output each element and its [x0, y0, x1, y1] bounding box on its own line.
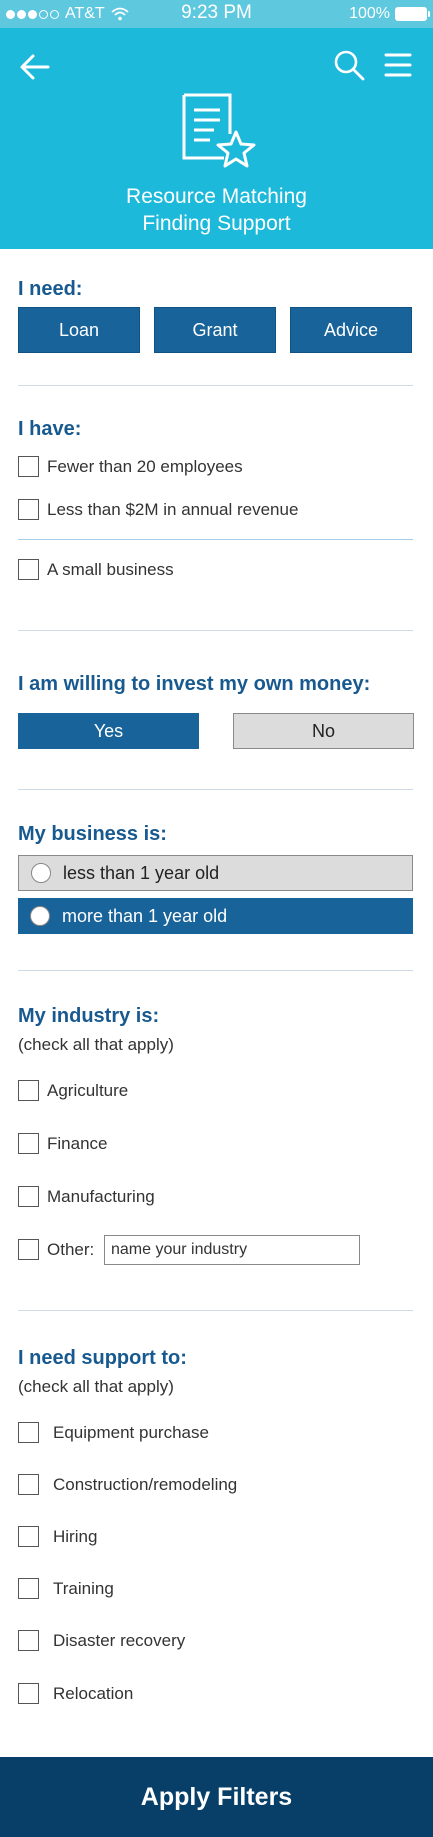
- checkbox[interactable]: [18, 559, 39, 580]
- back-arrow-icon[interactable]: [18, 50, 52, 84]
- menu-icon[interactable]: [383, 50, 413, 80]
- divider: [18, 789, 413, 790]
- support-option-label: Construction/remodeling: [53, 1474, 238, 1494]
- industry-subheading: (check all that apply): [18, 1035, 174, 1054]
- checkbox[interactable]: [18, 1422, 39, 1443]
- industry-option-label: Finance: [47, 1133, 108, 1153]
- battery-icon: [395, 7, 430, 21]
- page-title-line1: Resource Matching: [126, 185, 307, 208]
- divider: [18, 1310, 413, 1311]
- checkbox[interactable]: [18, 456, 39, 477]
- support-option-label: Disaster recovery: [53, 1630, 186, 1650]
- have-heading: I have:: [18, 418, 82, 440]
- have-option-small-business[interactable]: A small business: [18, 559, 174, 580]
- battery-group: 100%: [349, 5, 430, 23]
- divider: [18, 970, 413, 971]
- divider: [18, 539, 413, 540]
- have-option-employees[interactable]: Fewer than 20 employees: [18, 456, 243, 477]
- support-subheading: (check all that apply): [18, 1377, 174, 1396]
- checkbox[interactable]: [18, 1474, 39, 1495]
- have-option-label: A small business: [47, 559, 174, 579]
- industry-heading: My industry is:: [18, 1005, 160, 1027]
- have-option-label: Fewer than 20 employees: [47, 456, 243, 476]
- support-option-equipment[interactable]: Equipment purchase: [18, 1422, 209, 1443]
- loan-button[interactable]: Loan: [18, 307, 140, 353]
- divider: [18, 630, 413, 631]
- industry-option-label: Manufacturing: [47, 1186, 155, 1206]
- support-option-disaster[interactable]: Disaster recovery: [18, 1630, 185, 1651]
- support-option-construction[interactable]: Construction/remodeling: [18, 1474, 237, 1495]
- checkbox[interactable]: [18, 1239, 39, 1260]
- radio-button[interactable]: [31, 863, 51, 883]
- checkbox[interactable]: [18, 1630, 39, 1651]
- status-bar: AT&T 9:23 PM 100%: [0, 0, 433, 28]
- page-title: Resource Matching Finding Support: [0, 183, 433, 237]
- invest-no-button[interactable]: No: [233, 713, 414, 749]
- industry-option-label: Other:: [47, 1239, 95, 1259]
- industry-option-label: Agriculture: [47, 1080, 129, 1100]
- grant-button[interactable]: Grant: [154, 307, 276, 353]
- have-option-revenue[interactable]: Less than $2M in annual revenue: [18, 499, 298, 520]
- radio-button[interactable]: [30, 906, 50, 926]
- search-icon[interactable]: [332, 48, 366, 82]
- industry-option-agriculture[interactable]: Agriculture: [18, 1080, 128, 1101]
- industry-option-manufacturing[interactable]: Manufacturing: [18, 1186, 155, 1207]
- checkbox[interactable]: [18, 499, 39, 520]
- radio-label: more than 1 year old: [62, 905, 228, 926]
- other-industry-input[interactable]: [104, 1235, 360, 1265]
- support-option-relocation[interactable]: Relocation: [18, 1683, 133, 1704]
- app-header: Resource Matching Finding Support: [0, 28, 433, 249]
- divider: [18, 385, 413, 386]
- invest-yes-button[interactable]: Yes: [18, 713, 199, 749]
- business-heading: My business is:: [18, 823, 167, 845]
- support-option-label: Hiring: [53, 1526, 98, 1546]
- business-age-option-under-1[interactable]: less than 1 year old: [18, 855, 413, 891]
- support-option-hiring[interactable]: Hiring: [18, 1526, 97, 1547]
- support-option-label: Relocation: [53, 1683, 134, 1703]
- checkbox[interactable]: [18, 1526, 39, 1547]
- checkbox[interactable]: [18, 1080, 39, 1101]
- radio-label: less than 1 year old: [63, 862, 220, 883]
- industry-option-other[interactable]: Other:: [18, 1239, 94, 1260]
- checkbox[interactable]: [18, 1186, 39, 1207]
- document-star-icon: [182, 93, 256, 168]
- support-option-training[interactable]: Training: [18, 1578, 114, 1599]
- support-option-label: Training: [53, 1578, 114, 1598]
- business-age-option-over-1[interactable]: more than 1 year old: [18, 898, 413, 934]
- industry-option-finance[interactable]: Finance: [18, 1133, 107, 1154]
- battery-percent: 100%: [349, 5, 390, 22]
- invest-heading: I am willing to invest my own money:: [18, 673, 371, 695]
- support-option-label: Equipment purchase: [53, 1422, 209, 1442]
- checkbox[interactable]: [18, 1133, 39, 1154]
- apply-filters-button[interactable]: Apply Filters: [0, 1757, 433, 1837]
- need-heading: I need:: [18, 278, 83, 300]
- checkbox[interactable]: [18, 1578, 39, 1599]
- have-option-label: Less than $2M in annual revenue: [47, 499, 299, 519]
- advice-button[interactable]: Advice: [290, 307, 412, 353]
- checkbox[interactable]: [18, 1683, 39, 1704]
- page-title-line2: Finding Support: [142, 212, 291, 235]
- support-heading: I need support to:: [18, 1347, 187, 1369]
